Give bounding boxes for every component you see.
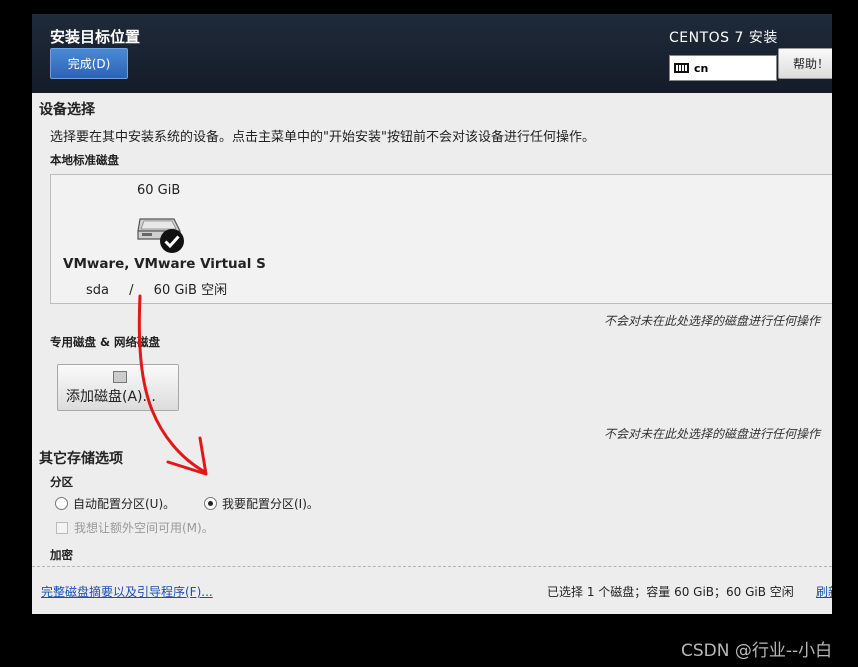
disk-name: VMware, VMware Virtual S	[63, 256, 266, 272]
special-disks-title: 专用磁盘 & 网络磁盘	[50, 335, 161, 349]
keyboard-icon	[674, 63, 689, 73]
encryption-title: 加密	[50, 548, 73, 562]
footer-divider	[32, 566, 832, 567]
manual-partition-radio[interactable]: 我要配置分区(I)。	[204, 495, 319, 512]
done-button[interactable]: 完成(D)	[50, 48, 128, 79]
auto-partition-radio[interactable]: 自动配置分区(U)。	[55, 495, 175, 512]
extra-space-checkbox[interactable]: 我想让额外空间可用(M)。	[56, 519, 214, 536]
extra-space-label: 我想让额外空间可用(M)。	[74, 521, 214, 535]
page-title: 安装目标位置	[50, 28, 141, 46]
selected-checkmark-icon	[160, 229, 184, 253]
checkbox-box	[56, 521, 68, 534]
refresh-link[interactable]: 刷新	[816, 583, 832, 600]
device-selection-description: 选择要在其中安装系统的设备。点击主菜单中的"开始安装"按钮前不会对该设备进行任何…	[50, 130, 595, 145]
add-disk-button[interactable]: 添加磁盘(A)...	[57, 364, 179, 411]
device-selection-title: 设备选择	[39, 102, 95, 118]
special-disks-note: 不会对未在此处选择的磁盘进行任何操作	[604, 427, 821, 441]
radio-circle-selected	[204, 497, 217, 510]
disk-device: sda	[86, 283, 109, 298]
disk-size: 60 GiB	[137, 183, 181, 198]
header-bar: 安装目标位置 完成(D) CENTOS 7 安装 cn 帮助！	[32, 14, 832, 93]
installer-window: 安装目标位置 完成(D) CENTOS 7 安装 cn 帮助！ 设备选择 选择要…	[32, 14, 832, 614]
disk-free-space: 60 GiB 空闲	[153, 283, 228, 298]
disk-selection-status: 已选择 1 个磁盘；容量 60 GiB；60 GiB 空闲	[547, 585, 794, 599]
partition-title: 分区	[50, 475, 73, 489]
disk-info: sda / 60 GiB 空闲	[86, 279, 227, 298]
radio-circle	[55, 497, 68, 510]
product-title: CENTOS 7 安装	[669, 30, 778, 46]
full-disk-summary-link[interactable]: 完整磁盘摘要以及引导程序(F)...	[41, 583, 213, 600]
add-disk-button-label: 添加磁盘(A)...	[66, 389, 156, 405]
local-disks-note: 不会对未在此处选择的磁盘进行任何操作	[604, 314, 821, 328]
other-storage-options-title: 其它存储选项	[39, 451, 123, 467]
disk-add-icon	[113, 371, 127, 383]
manual-partition-label: 我要配置分区(I)。	[222, 497, 319, 511]
watermark: CSDN @行业--小白	[681, 641, 833, 661]
auto-partition-label: 自动配置分区(U)。	[73, 497, 176, 511]
local-disks-title: 本地标准磁盘	[50, 153, 119, 167]
disk-separator: /	[129, 283, 134, 298]
help-button[interactable]: 帮助！	[778, 48, 832, 79]
keyboard-layout-indicator[interactable]: cn	[669, 55, 777, 81]
keyboard-layout-label: cn	[694, 61, 709, 75]
